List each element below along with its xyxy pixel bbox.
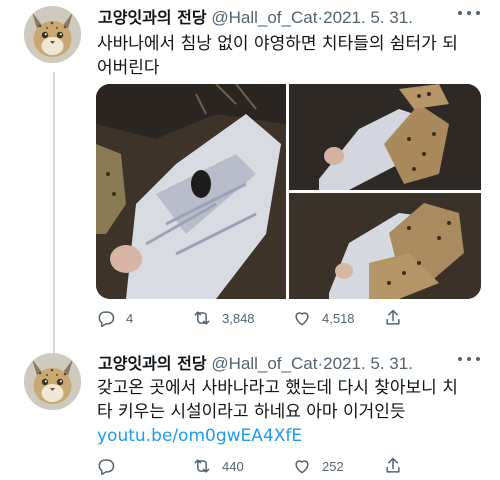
reply-button[interactable]: 4 xyxy=(96,308,133,328)
retweet-count: 440 xyxy=(222,458,244,474)
tweet-actions: 4 3,848 4,518 xyxy=(96,308,486,332)
media-grid[interactable] xyxy=(96,84,481,299)
thread-connector xyxy=(53,72,55,354)
tweet-text-line: 사바나에서 침낭 없이 야영하면 치타들의 쉼터가 되 xyxy=(97,34,458,54)
author-handle[interactable]: @Hall_of_Cat xyxy=(211,8,317,27)
tweet-text-line: 어버린다 xyxy=(97,58,160,78)
photo-3[interactable] xyxy=(289,193,481,299)
avatar[interactable] xyxy=(24,353,81,410)
retweet-icon xyxy=(194,459,210,473)
tweet-link[interactable]: youtu.be/om0gwEA4XfE xyxy=(97,424,482,448)
tweet-text: 갖고온 곳에서 사바나라고 했는데 다시 찾아보니 치 타 키우는 시설이라고 … xyxy=(97,376,482,448)
tweet-text-line: 타 키우는 시설이라고 하네요 아마 이거인듯 xyxy=(97,402,406,422)
like-icon xyxy=(295,460,309,474)
author-name[interactable]: 고양잇과의 전당 xyxy=(98,354,207,373)
reply-count: 4 xyxy=(126,310,134,326)
share-icon xyxy=(386,457,400,473)
retweet-button[interactable]: 3,848 xyxy=(192,308,255,328)
like-icon xyxy=(295,312,309,326)
share-icon xyxy=(386,309,400,325)
like-count: 252 xyxy=(322,458,344,474)
avatar[interactable] xyxy=(24,6,81,63)
tweet-2[interactable]: 고양잇과의 전당 @Hall_of_Cat·2021. 5. 31. 갖고온 곳… xyxy=(0,340,500,478)
tweet-text: 사바나에서 침낭 없이 야영하면 치타들의 쉼터가 되 어버린다 xyxy=(97,32,482,80)
reply-icon xyxy=(98,311,115,328)
more-icon[interactable] xyxy=(458,9,480,17)
retweet-count: 3,848 xyxy=(222,310,255,326)
share-button[interactable] xyxy=(383,456,403,476)
more-icon[interactable] xyxy=(458,355,480,363)
author-name[interactable]: 고양잇과의 전당 xyxy=(98,8,207,27)
retweet-icon xyxy=(194,311,210,325)
tweet-date[interactable]: 2021. 5. 31. xyxy=(323,8,413,27)
reply-button[interactable] xyxy=(96,456,126,476)
reply-icon xyxy=(98,459,115,476)
photo-2[interactable] xyxy=(289,84,481,190)
like-button[interactable]: 4,518 xyxy=(292,308,355,328)
like-button[interactable]: 252 xyxy=(292,456,344,476)
tweet-text-line: 갖고온 곳에서 사바나라고 했는데 다시 찾아보니 치 xyxy=(97,378,458,398)
like-count: 4,518 xyxy=(322,310,355,326)
tweet-date[interactable]: 2021. 5. 31. xyxy=(323,354,413,373)
tweet-1[interactable]: 고양잇과의 전당 @Hall_of_Cat·2021. 5. 31. 사바나에서… xyxy=(0,0,500,354)
author-handle[interactable]: @Hall_of_Cat xyxy=(211,354,317,373)
share-button[interactable] xyxy=(383,308,403,328)
photo-1[interactable] xyxy=(96,84,286,299)
retweet-button[interactable]: 440 xyxy=(192,456,244,476)
tweet-actions: 440 252 xyxy=(96,456,486,480)
